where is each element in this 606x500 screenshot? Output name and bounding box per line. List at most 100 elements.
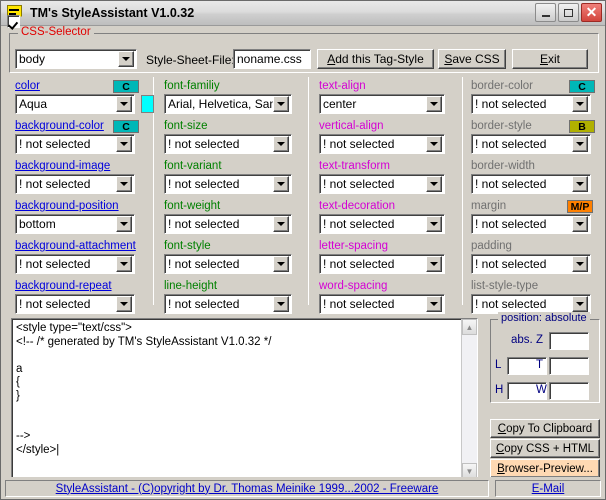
text-decoration-dropdown[interactable]: ! not selected bbox=[319, 214, 445, 234]
border-badge[interactable]: B bbox=[569, 120, 595, 133]
prop-label: border-color bbox=[471, 80, 533, 92]
color-badge[interactable]: C bbox=[113, 120, 139, 133]
margin-dropdown[interactable]: ! not selected bbox=[471, 214, 591, 234]
stylesheet-file-input[interactable]: noname.css bbox=[233, 49, 311, 69]
copy-css-html-button[interactable]: Copy CSS + HTML bbox=[490, 439, 600, 458]
scroll-up-icon[interactable]: ▲ bbox=[462, 319, 477, 335]
css-selector-dropdown[interactable]: body bbox=[15, 49, 137, 69]
top-input[interactable] bbox=[549, 357, 589, 375]
chevron-down-icon[interactable] bbox=[572, 96, 588, 112]
browser-preview-button[interactable]: Browser-Preview... bbox=[490, 459, 600, 478]
chevron-down-icon[interactable] bbox=[116, 296, 132, 312]
prop-label: word-spacing bbox=[319, 280, 388, 292]
chevron-down-icon[interactable] bbox=[273, 136, 289, 152]
font-size-dropdown[interactable]: ! not selected bbox=[164, 134, 292, 154]
css-output-scrollbar[interactable]: ▲ ▼ bbox=[461, 319, 477, 479]
column-separator bbox=[308, 77, 309, 305]
chevron-down-icon[interactable] bbox=[572, 136, 588, 152]
prop-label: border-style bbox=[471, 120, 532, 132]
prop-value: Arial, Helvetica, San bbox=[168, 97, 273, 111]
border-color-dropdown[interactable]: ! not selected bbox=[471, 94, 591, 114]
exit-button[interactable]: Exit bbox=[512, 49, 588, 69]
close-icon: ✕ bbox=[585, 4, 598, 20]
copyright-link[interactable]: StyleAssistant - (C)opyright by Dr. Thom… bbox=[56, 483, 439, 495]
chevron-down-icon[interactable] bbox=[116, 96, 132, 112]
font-variant-dropdown[interactable]: ! not selected bbox=[164, 174, 292, 194]
color-swatch[interactable] bbox=[141, 95, 154, 113]
prop-value: ! not selected bbox=[475, 217, 547, 231]
vertical-align-dropdown[interactable]: ! not selected bbox=[319, 134, 445, 154]
background-position-dropdown[interactable]: bottom bbox=[15, 214, 135, 234]
save-css-button[interactable]: Save CSS bbox=[438, 49, 506, 69]
prop-label: font-size bbox=[164, 120, 208, 132]
stylesheet-file-label: Style-Sheet-File: bbox=[146, 53, 235, 67]
prop-label: background-position bbox=[15, 200, 119, 212]
chevron-down-icon[interactable] bbox=[426, 256, 442, 272]
color-badge[interactable]: C bbox=[569, 80, 595, 93]
chevron-down-icon[interactable] bbox=[118, 51, 134, 67]
prop-label: list-style-type bbox=[471, 280, 539, 292]
close-button[interactable]: ✕ bbox=[581, 3, 602, 22]
background-image-dropdown[interactable]: ! not selected bbox=[15, 174, 135, 194]
chevron-down-icon[interactable] bbox=[426, 176, 442, 192]
font-style-dropdown[interactable]: ! not selected bbox=[164, 254, 292, 274]
prop-label: background-color bbox=[15, 120, 104, 132]
letter-spacing-dropdown[interactable]: ! not selected bbox=[319, 254, 445, 274]
chevron-down-icon[interactable] bbox=[273, 256, 289, 272]
word-spacing-dropdown[interactable]: ! not selected bbox=[319, 294, 445, 314]
absolute-checkbox[interactable] bbox=[7, 15, 20, 28]
chevron-down-icon[interactable] bbox=[426, 216, 442, 232]
stylesheet-file-value: noname.css bbox=[237, 52, 302, 66]
chevron-down-icon[interactable] bbox=[572, 176, 588, 192]
css-output-text[interactable]: <style type="text/css"> <!-- /* generate… bbox=[12, 319, 461, 479]
prop-value: ! not selected bbox=[323, 177, 395, 191]
chevron-down-icon[interactable] bbox=[273, 296, 289, 312]
prop-value: ! not selected bbox=[19, 257, 91, 271]
chevron-down-icon[interactable] bbox=[426, 296, 442, 312]
background-color-dropdown[interactable]: ! not selected bbox=[15, 134, 135, 154]
z-input[interactable] bbox=[549, 332, 589, 350]
status-bar: StyleAssistant - (C)opyright by Dr. Thom… bbox=[1, 477, 605, 499]
font-family-dropdown[interactable]: Arial, Helvetica, San bbox=[164, 94, 292, 114]
email-link[interactable]: E-Mail bbox=[532, 483, 565, 495]
window-controls: ✕ bbox=[535, 3, 602, 22]
width-input[interactable] bbox=[549, 382, 589, 400]
line-height-dropdown[interactable]: ! not selected bbox=[164, 294, 292, 314]
chevron-down-icon[interactable] bbox=[572, 296, 588, 312]
chevron-down-icon[interactable] bbox=[572, 216, 588, 232]
font-weight-dropdown[interactable]: ! not selected bbox=[164, 214, 292, 234]
chevron-down-icon[interactable] bbox=[273, 176, 289, 192]
css-output-textarea[interactable]: <style type="text/css"> <!-- /* generate… bbox=[11, 318, 478, 480]
margin-padding-badge[interactable]: M/P bbox=[567, 200, 593, 213]
copy-to-clipboard-button[interactable]: Copy To Clipboard bbox=[490, 419, 600, 438]
list-style-type-dropdown[interactable]: ! not selected bbox=[471, 294, 591, 314]
prop-value: center bbox=[323, 97, 357, 111]
prop-value: ! not selected bbox=[323, 257, 395, 271]
chevron-down-icon[interactable] bbox=[426, 96, 442, 112]
background-repeat-dropdown[interactable]: ! not selected bbox=[15, 294, 135, 314]
chevron-down-icon[interactable] bbox=[273, 216, 289, 232]
chevron-down-icon[interactable] bbox=[116, 136, 132, 152]
minimize-button[interactable] bbox=[535, 3, 556, 22]
chevron-down-icon[interactable] bbox=[572, 256, 588, 272]
border-style-dropdown[interactable]: ! not selected bbox=[471, 134, 591, 154]
text-align-dropdown[interactable]: center bbox=[319, 94, 445, 114]
chevron-down-icon[interactable] bbox=[273, 96, 289, 112]
padding-dropdown[interactable]: ! not selected bbox=[471, 254, 591, 274]
top-label: T bbox=[536, 359, 544, 371]
chevron-down-icon[interactable] bbox=[426, 136, 442, 152]
background-attachment-dropdown[interactable]: ! not selected bbox=[15, 254, 135, 274]
prop-label: line-height bbox=[164, 280, 218, 292]
add-tag-style-button[interactable]: Add this Tag-Style bbox=[317, 49, 434, 69]
prop-value: ! not selected bbox=[168, 217, 240, 231]
prop-value: ! not selected bbox=[475, 257, 547, 271]
chevron-down-icon[interactable] bbox=[116, 256, 132, 272]
color-dropdown[interactable]: Aqua bbox=[15, 94, 135, 114]
chevron-down-icon[interactable] bbox=[116, 216, 132, 232]
color-badge[interactable]: C bbox=[113, 80, 139, 93]
text-transform-dropdown[interactable]: ! not selected bbox=[319, 174, 445, 194]
border-width-dropdown[interactable]: ! not selected bbox=[471, 174, 591, 194]
maximize-button[interactable] bbox=[558, 3, 579, 22]
chevron-down-icon[interactable] bbox=[116, 176, 132, 192]
css-selector-value: body bbox=[19, 52, 46, 66]
